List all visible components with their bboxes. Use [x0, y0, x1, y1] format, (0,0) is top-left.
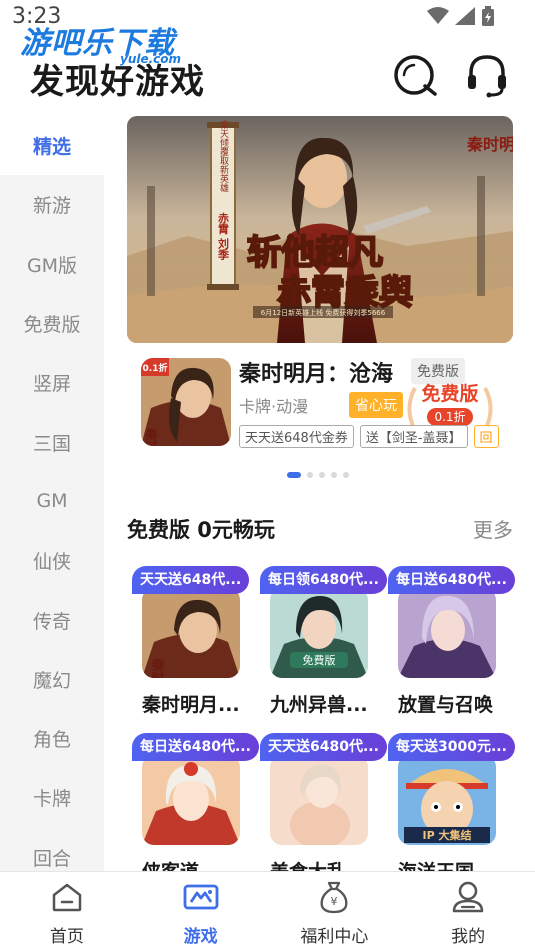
featured-game-card[interactable]: 0.1折 秦时 秦时明月：沧海 免费版 卡牌·动漫 省心玩 免费版 0.1折 天…: [141, 356, 501, 448]
game-name: 侠客道: [142, 857, 199, 871]
svg-text:IP 大集结: IP 大集结: [423, 828, 472, 842]
main-content: 秦天倾覆取新英雄 赤霄 刘季 斩他超凡 赤霄乘舆 秦时明月 6月12日新英雄上线…: [104, 116, 535, 871]
search-icon: [394, 55, 437, 96]
bottom-navigation: 首页 游戏 ¥ 福利中心 我的: [0, 871, 535, 951]
grid-game-card[interactable]: 每日送6480代... 侠客道: [132, 733, 259, 871]
headset-icon: [468, 55, 506, 98]
money-bag-icon: ¥: [320, 881, 348, 914]
welfare-tag: 天天送648代金券: [239, 425, 354, 448]
sidebar-item-gm-version[interactable]: GM版: [0, 235, 104, 294]
featured-game-name: 秦时明月：沧海: [239, 362, 394, 387]
game-icon: [142, 755, 240, 845]
svg-text:秦时: 秦时: [149, 657, 166, 678]
nav-label: 首页: [49, 927, 84, 947]
game-name: 九州异兽...: [270, 694, 368, 716]
promo-tag: 天天送648代...: [132, 566, 250, 594]
section-title: 免费版 0元畅玩: [127, 518, 275, 542]
sidebar-item-gm[interactable]: GM: [0, 472, 104, 531]
banner-footer-text: 6月12日新英雄上线 免费获得刘季5666: [261, 308, 386, 317]
sidebar-item-free-version[interactable]: 免费版: [0, 294, 104, 353]
promo-banner[interactable]: 秦天倾覆取新英雄 赤霄 刘季 斩他超凡 赤霄乘舆 秦时明月 6月12日新英雄上线…: [127, 116, 513, 343]
grid-game-card[interactable]: 天天送6480代... 美食大乱...: [260, 733, 387, 871]
customer-service-button[interactable]: [463, 52, 511, 100]
more-link[interactable]: 更多: [473, 514, 513, 543]
promo-tag: 天天送6480代...: [260, 733, 387, 761]
battery-icon: [482, 6, 494, 26]
sidebar-item-new-games[interactable]: 新游: [0, 175, 104, 234]
banner-scroll-text: 秦天倾覆取新英雄: [218, 119, 229, 193]
game-icon: 免費版: [270, 588, 368, 678]
sidebar-item-rpg[interactable]: 角色: [0, 709, 104, 768]
sidebar-item-xianxia[interactable]: 仙侠: [0, 531, 104, 590]
game-name: 秦时明月...: [142, 694, 240, 716]
featured-game-meta: 卡牌·动漫: [239, 397, 309, 416]
nav-label: 我的: [451, 927, 486, 947]
sidebar-item-fantasy[interactable]: 魔幻: [0, 650, 104, 709]
sidebar-item-legend[interactable]: 传奇: [0, 590, 104, 649]
sidebar-item-featured[interactable]: 精选: [0, 116, 104, 176]
game-name: 海洋王国: [398, 857, 474, 871]
welfare-tag: 回: [473, 425, 499, 448]
nav-welfare-center[interactable]: ¥ 福利中心: [268, 872, 402, 951]
svg-text:0.1折: 0.1折: [143, 362, 168, 374]
welfare-tag: 送【剑圣-盖聂】: [359, 425, 468, 448]
category-sidebar: 精选 新游 GM版 免费版 竖屏 三国 GM 仙侠 传奇 魔幻 角色 卡牌 回合: [0, 116, 104, 871]
carousel-dot[interactable]: [331, 472, 337, 478]
featured-game-welfare: 天天送648代金券 送【剑圣-盖聂】 回: [239, 425, 499, 448]
game-icon: [398, 588, 496, 678]
grid-game-card[interactable]: 每日送6480代... 放置与召唤: [388, 566, 515, 726]
game-name: 美食大乱...: [270, 857, 368, 871]
sidebar-item-portrait[interactable]: 竖屏: [0, 353, 104, 412]
svg-text:¥: ¥: [331, 895, 338, 908]
svg-text:秦时: 秦时: [144, 427, 158, 446]
promo-tag: 每天送3000元...: [388, 733, 515, 761]
promo-tag: 每日送6480代...: [388, 566, 515, 594]
grid-game-card[interactable]: 天天送648代... 秦时 秦时明月...: [132, 566, 254, 726]
status-bar: 3:23 游吧乐下载 yule.com: [0, 0, 535, 66]
stamp-title: 免费版: [421, 382, 478, 405]
banner-artwork: 秦天倾覆取新英雄 赤霄 刘季 斩他超凡 赤霄乘舆 秦时明月 6月12日新英雄上线…: [127, 116, 513, 343]
stamp-subtitle: 0.1折: [434, 409, 465, 424]
nav-games[interactable]: 游戏: [134, 872, 268, 951]
carousel-dot[interactable]: [319, 472, 325, 478]
promo-tag: 每日领6480代...: [260, 566, 387, 594]
featured-game-tag: 省心玩: [349, 392, 403, 418]
app-root: { "status_bar": { "time": "3:23" }, "wat…: [0, 0, 535, 951]
grid-game-card[interactable]: 每日领6480代... 免費版 九州异兽...: [260, 566, 387, 726]
game-icon: IP 大集结: [398, 755, 496, 845]
banner-logo: 秦时明月: [466, 135, 513, 154]
nav-label: 游戏: [183, 927, 218, 947]
grid-game-card[interactable]: 每天送3000元... IP 大集结 海洋王国: [388, 733, 515, 871]
home-icon: [52, 883, 82, 912]
carousel-dot[interactable]: [307, 472, 313, 478]
status-icons: [427, 6, 495, 26]
featured-game-icon: 0.1折 秦时: [141, 358, 231, 446]
game-icon: 秦时: [142, 588, 240, 678]
carousel-dot[interactable]: [343, 472, 349, 478]
carousel-indicator: [287, 472, 349, 478]
search-button[interactable]: [391, 52, 439, 100]
game-name: 放置与召唤: [398, 694, 494, 716]
nav-profile[interactable]: 我的: [401, 872, 535, 951]
promo-tag: 每日送6480代...: [132, 733, 259, 761]
carousel-dot[interactable]: [287, 472, 301, 478]
nav-label: 福利中心: [300, 927, 369, 947]
wifi-icon: [427, 7, 449, 24]
banner-headline-1: 斩他超凡: [247, 233, 383, 273]
sidebar-item-card[interactable]: 卡牌: [0, 768, 104, 827]
profile-icon: [452, 881, 484, 913]
game-icon: [270, 755, 368, 845]
free-version-stamp: 免费版 0.1折: [405, 376, 495, 432]
page-title: 发现好游戏: [30, 62, 205, 102]
signal-icon: [455, 7, 475, 25]
sidebar-item-three-kingdoms[interactable]: 三国: [0, 412, 104, 471]
banner-scroll-hero: 赤霄 刘季: [217, 211, 231, 261]
gamepad-icon: [183, 884, 219, 910]
nav-home[interactable]: 首页: [0, 872, 134, 951]
svg-text:免費版: 免費版: [303, 653, 336, 667]
